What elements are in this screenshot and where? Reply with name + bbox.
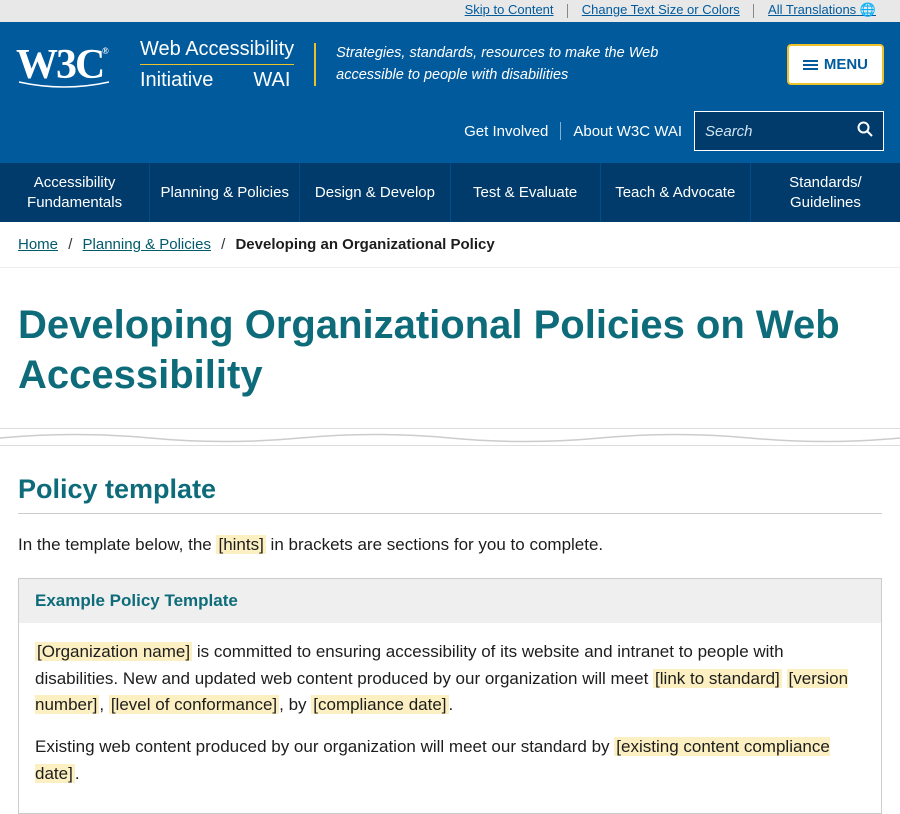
- content: Policy template In the template below, t…: [0, 446, 900, 814]
- nav-teach-advocate[interactable]: Teach & Advocate: [601, 163, 751, 222]
- section-title: Policy template: [18, 474, 882, 514]
- bc-home[interactable]: Home: [18, 236, 58, 253]
- divider: [567, 4, 568, 18]
- svg-text:®: ®: [102, 46, 109, 56]
- hamburger-icon: [803, 58, 818, 72]
- divider: [753, 4, 754, 18]
- divider: [560, 122, 561, 140]
- example-body: [Organization name] is committed to ensu…: [19, 623, 881, 813]
- example-header: Example Policy Template: [19, 579, 881, 623]
- text-size-link[interactable]: Change Text Size or Colors: [582, 2, 740, 17]
- search-input[interactable]: [705, 123, 857, 140]
- example-box: Example Policy Template [Organization na…: [18, 578, 882, 814]
- hint-marker: [hints]: [216, 535, 265, 554]
- search-box[interactable]: [694, 111, 884, 151]
- bc-current: Developing an Organizational Policy: [235, 236, 494, 253]
- brand-text: Web Accessibility InitiativeWAI: [140, 36, 294, 93]
- page-title: Developing Organizational Policies on We…: [0, 268, 900, 428]
- search-icon[interactable]: [857, 121, 873, 142]
- nav-design-develop[interactable]: Design & Develop: [300, 163, 450, 222]
- site-header: W3C ® Web Accessibility InitiativeWAI St…: [0, 22, 900, 163]
- nav-standards-guidelines[interactable]: Standards/ Guidelines: [751, 163, 900, 222]
- menu-button[interactable]: MENU: [787, 44, 884, 85]
- utility-bar: Skip to Content Change Text Size or Colo…: [0, 0, 900, 22]
- skip-link[interactable]: Skip to Content: [465, 2, 554, 17]
- wave-divider: [0, 428, 900, 446]
- get-involved-link[interactable]: Get Involved: [464, 123, 548, 140]
- hint-compliance-date: [compliance date]: [311, 695, 448, 714]
- translations-link[interactable]: All Translations 🌐: [768, 2, 876, 17]
- tagline: Strategies, standards, resources to make…: [314, 43, 674, 87]
- nav-test-evaluate[interactable]: Test & Evaluate: [451, 163, 601, 222]
- brand-line2: InitiativeWAI: [140, 64, 294, 93]
- about-link[interactable]: About W3C WAI: [573, 123, 682, 140]
- w3c-logo[interactable]: W3C ®: [16, 39, 140, 89]
- brand-line1: Web Accessibility: [140, 36, 294, 62]
- bc-section[interactable]: Planning & Policies: [83, 236, 211, 253]
- hint-conformance: [level of conformance]: [109, 695, 279, 714]
- main-nav: Accessibility Fundamentals Planning & Po…: [0, 163, 900, 222]
- nav-planning-policies[interactable]: Planning & Policies: [150, 163, 300, 222]
- nav-accessibility-fundamentals[interactable]: Accessibility Fundamentals: [0, 163, 150, 222]
- breadcrumb: Home / Planning & Policies / Developing …: [0, 222, 900, 268]
- svg-text:W3C: W3C: [16, 42, 103, 88]
- hint-org-name: [Organization name]: [35, 642, 192, 661]
- translations-icon: 🌐: [860, 2, 876, 17]
- hint-standard-link: [link to standard]: [653, 669, 782, 688]
- intro-text: In the template below, the [hints] in br…: [18, 532, 882, 558]
